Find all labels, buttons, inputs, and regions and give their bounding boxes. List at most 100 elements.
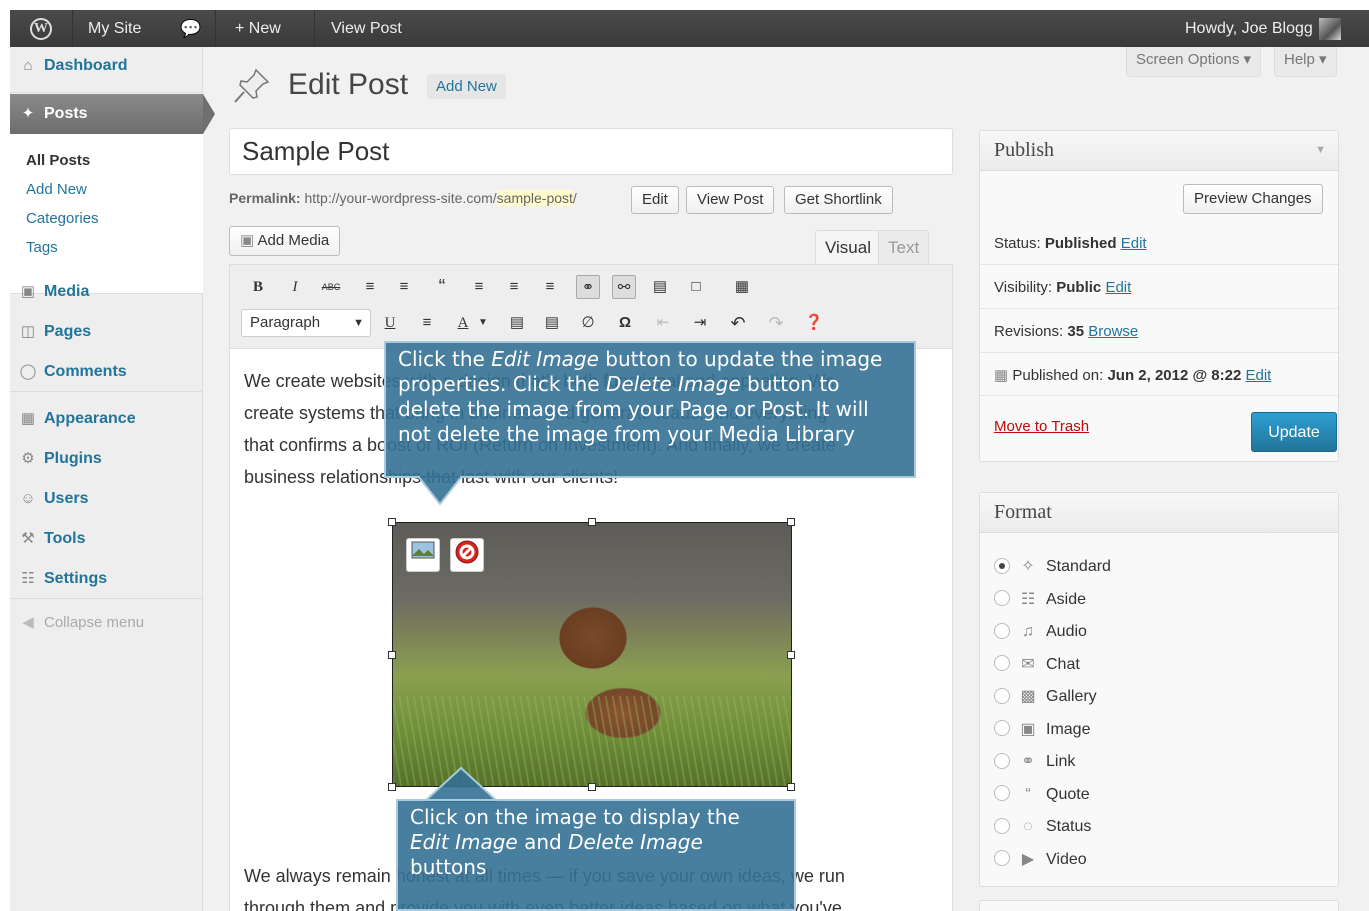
- toolbar-toggle-icon[interactable]: ▦: [730, 275, 754, 299]
- permalink-slug[interactable]: sample-post: [496, 190, 573, 206]
- align-center-icon[interactable]: ≡: [502, 275, 526, 299]
- indent-icon[interactable]: ⇥: [688, 311, 712, 335]
- format-option-status[interactable]: ◌ Status: [994, 816, 1091, 838]
- new-content-link[interactable]: + New: [235, 10, 281, 47]
- help-button[interactable]: Help ▾: [1274, 47, 1337, 77]
- format-option-quote[interactable]: “ Quote: [994, 784, 1090, 806]
- edit-date-link[interactable]: Edit: [1245, 367, 1271, 384]
- edit-visibility-link[interactable]: Edit: [1105, 279, 1131, 296]
- view-post-link[interactable]: View Post: [331, 10, 402, 47]
- edit-image-icon[interactable]: [406, 538, 440, 572]
- sidebar-item-media[interactable]: ▣ Media: [10, 273, 203, 311]
- submenu-add-new[interactable]: Add New: [26, 181, 87, 198]
- bold-icon[interactable]: B: [246, 275, 270, 299]
- sidebar-item-comments[interactable]: ◯ Comments: [10, 353, 203, 391]
- format-radio[interactable]: [994, 785, 1010, 802]
- format-option-link[interactable]: ⚭ Link: [994, 751, 1075, 773]
- preview-changes-button[interactable]: Preview Changes: [1183, 184, 1323, 214]
- sidebar-item-appearance[interactable]: ▦ Appearance: [10, 400, 203, 438]
- add-new-button[interactable]: Add New: [427, 74, 506, 99]
- format-radio[interactable]: [994, 720, 1010, 737]
- format-option-audio[interactable]: ♫ Audio: [994, 621, 1087, 643]
- sidebar-item-users[interactable]: ☺ Users: [10, 480, 203, 518]
- format-option-gallery[interactable]: ▩ Gallery: [994, 686, 1097, 708]
- sidebar-item-plugins[interactable]: ⚙ Plugins: [10, 440, 203, 478]
- gallery-format-icon: ▩: [1020, 688, 1036, 705]
- view-post-button[interactable]: View Post: [686, 186, 775, 214]
- resize-handle[interactable]: [388, 651, 396, 659]
- format-radio[interactable]: [994, 687, 1010, 704]
- sidebar-item-posts[interactable]: ✦ Posts: [10, 94, 203, 134]
- redo-icon[interactable]: ↷: [764, 311, 788, 335]
- align-left-icon[interactable]: ≡: [467, 275, 491, 299]
- underline-icon[interactable]: U: [378, 311, 402, 335]
- blockquote-icon[interactable]: “: [430, 275, 454, 299]
- resize-handle[interactable]: [787, 651, 795, 659]
- user-menu[interactable]: Howdy, Joe Blogg: [1185, 10, 1341, 47]
- update-button[interactable]: Update: [1251, 412, 1337, 452]
- format-radio[interactable]: [994, 817, 1010, 834]
- submenu-all-posts[interactable]: All Posts: [26, 152, 90, 169]
- fullscreen-icon[interactable]: □: [684, 275, 708, 299]
- clear-formatting-icon[interactable]: ∅: [576, 311, 600, 335]
- format-radio[interactable]: [994, 557, 1010, 574]
- bullet-list-icon[interactable]: ≡: [358, 275, 382, 299]
- resize-handle[interactable]: [388, 783, 396, 791]
- special-character-icon[interactable]: Ω: [613, 311, 637, 335]
- numbered-list-icon[interactable]: ≡: [392, 275, 416, 299]
- tab-visual[interactable]: Visual: [815, 230, 881, 264]
- help-icon[interactable]: ❓: [802, 311, 826, 335]
- site-name-link[interactable]: My Site: [88, 10, 141, 47]
- sidebar-item-dashboard[interactable]: ⌂ Dashboard: [10, 47, 203, 85]
- format-radio[interactable]: [994, 850, 1010, 867]
- publish-heading[interactable]: Publish ▼: [980, 131, 1338, 171]
- format-option-video[interactable]: ▶ Video: [994, 849, 1087, 871]
- outdent-icon[interactable]: ⇤: [651, 311, 675, 335]
- delete-image-icon[interactable]: [450, 538, 484, 572]
- format-radio[interactable]: [994, 752, 1010, 769]
- undo-icon[interactable]: ↶: [726, 311, 750, 335]
- paste-text-icon[interactable]: ▤: [505, 311, 529, 335]
- sidebar-item-pages[interactable]: ◫ Pages: [10, 313, 203, 351]
- get-shortlink-button[interactable]: Get Shortlink: [784, 186, 893, 214]
- collapse-arrow-icon[interactable]: ▼: [1315, 131, 1326, 169]
- insert-link-icon[interactable]: ⚭: [576, 275, 600, 299]
- submenu-categories[interactable]: Categories: [26, 210, 99, 227]
- add-media-button[interactable]: ▣ Add Media: [229, 226, 341, 256]
- resize-handle[interactable]: [588, 783, 596, 791]
- format-radio[interactable]: [994, 655, 1010, 672]
- resize-handle[interactable]: [388, 518, 396, 526]
- comments-bubble-icon[interactable]: 💬: [180, 10, 201, 47]
- resize-handle[interactable]: [588, 518, 596, 526]
- format-radio[interactable]: [994, 622, 1010, 639]
- read-more-icon[interactable]: ▤: [648, 275, 672, 299]
- screen-options-button[interactable]: Screen Options ▾: [1126, 47, 1262, 77]
- sidebar-item-settings[interactable]: ☷ Settings: [10, 560, 203, 598]
- format-radio[interactable]: [994, 590, 1010, 607]
- tab-text[interactable]: Text: [878, 230, 930, 264]
- browse-revisions-link[interactable]: Browse: [1088, 323, 1138, 340]
- post-image[interactable]: [392, 522, 792, 787]
- format-option-aside[interactable]: ☷ Aside: [994, 589, 1086, 611]
- format-heading[interactable]: Format: [980, 493, 1338, 533]
- text-color-dropdown-icon[interactable]: ▼: [471, 311, 495, 335]
- post-title-input[interactable]: Sample Post: [229, 128, 953, 175]
- submenu-tags[interactable]: Tags: [26, 239, 58, 256]
- edit-permalink-button[interactable]: Edit: [631, 186, 679, 214]
- unlink-icon[interactable]: ⚯: [612, 275, 636, 299]
- resize-handle[interactable]: [787, 783, 795, 791]
- italic-icon[interactable]: I: [283, 275, 307, 299]
- format-option-chat[interactable]: ✉ Chat: [994, 654, 1080, 676]
- wordpress-logo-icon[interactable]: W: [10, 10, 72, 47]
- sidebar-item-tools[interactable]: ⚒ Tools: [10, 520, 203, 558]
- resize-handle[interactable]: [787, 518, 795, 526]
- justify-icon[interactable]: ≡: [415, 311, 439, 335]
- collapse-menu-button[interactable]: ◀ Collapse menu: [10, 604, 203, 642]
- move-to-trash-link[interactable]: Move to Trash: [994, 418, 1089, 435]
- strikethrough-icon[interactable]: ABC: [319, 275, 343, 299]
- format-option-standard[interactable]: ✧ Standard: [994, 556, 1111, 578]
- paste-word-icon[interactable]: ▤: [540, 311, 564, 335]
- edit-status-link[interactable]: Edit: [1121, 235, 1147, 252]
- format-option-image[interactable]: ▣ Image: [994, 719, 1090, 741]
- align-right-icon[interactable]: ≡: [538, 275, 562, 299]
